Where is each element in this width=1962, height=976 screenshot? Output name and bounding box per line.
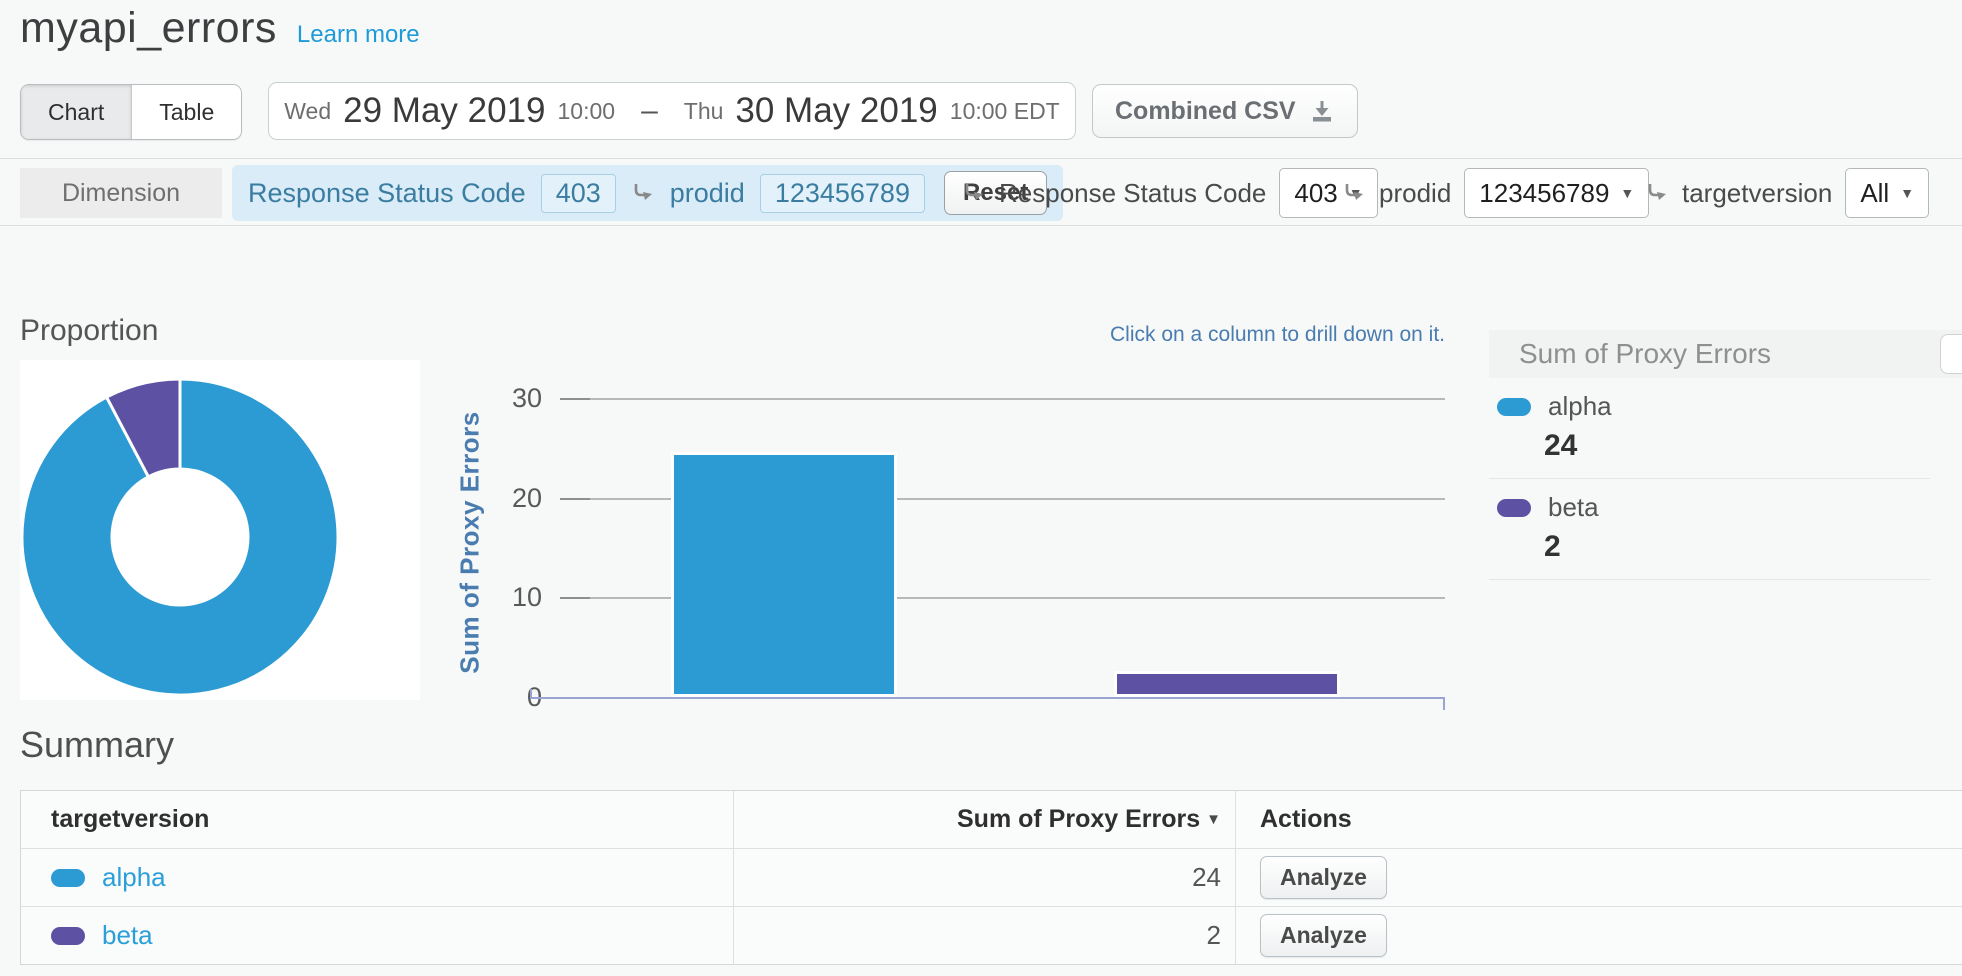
sort-descending-icon[interactable]: ▼ xyxy=(1206,811,1221,828)
column-header-targetversion: targetversion xyxy=(21,791,734,848)
row-value: 24 xyxy=(1192,862,1221,893)
combined-csv-button[interactable]: Combined CSV xyxy=(1092,84,1358,138)
table-header-row: targetversion Sum of Proxy Errors ▼ Acti… xyxy=(21,791,1962,849)
legend-value: 24 xyxy=(1489,422,1962,478)
download-icon xyxy=(1309,98,1335,124)
table-row: beta 2 Analyze xyxy=(21,907,1962,964)
beta-swatch xyxy=(51,927,85,945)
column-header-sum-of-proxy-errors: Sum of Proxy Errors ▼ xyxy=(734,791,1236,848)
beta-link[interactable]: beta xyxy=(102,920,153,951)
drilldown-arrow-icon xyxy=(1645,181,1669,205)
drilldown-group: Response Status Code 403 ▼ xyxy=(962,165,1378,221)
legend-label: alpha xyxy=(1548,391,1612,422)
legend-item: beta xyxy=(1489,479,1962,523)
start-time: 10:00 xyxy=(558,98,616,125)
end-time: 10:00 EDT xyxy=(950,98,1060,125)
bar-chart-plot-area: 3020100 xyxy=(560,398,1445,697)
alpha-swatch xyxy=(51,869,85,887)
legend-header: Sum of Proxy Errors xyxy=(1489,330,1962,378)
legend-title: Sum of Proxy Errors xyxy=(1519,338,1771,370)
chart-toggle-button[interactable]: Chart xyxy=(21,85,132,139)
legend-item: alpha xyxy=(1489,378,1962,422)
drilldown-arrow-icon xyxy=(1342,181,1366,205)
drilldown-hint-text: Click on a column to drill down on it. xyxy=(1005,323,1445,347)
legend-value: 2 xyxy=(1489,523,1962,579)
analytics-dashboard: myapi_errors Learn more Chart Table Wed … xyxy=(0,0,1962,976)
page-title: myapi_errors xyxy=(20,4,277,53)
analyze-button[interactable]: Analyze xyxy=(1260,856,1387,899)
start-date: 29 May 2019 xyxy=(343,91,545,131)
bar-alpha[interactable] xyxy=(671,452,897,697)
column-header-label: Sum of Proxy Errors xyxy=(957,805,1200,834)
alpha-swatch xyxy=(1497,398,1531,416)
table-row: alpha 24 Analyze xyxy=(21,849,1962,907)
y-axis-tick-label: 20 xyxy=(470,483,542,514)
proportion-donut-chart xyxy=(20,360,420,700)
alpha-link[interactable]: alpha xyxy=(102,862,166,893)
divider xyxy=(1489,579,1930,580)
targetversion-select[interactable]: All ▼ xyxy=(1845,168,1929,218)
prodid-select[interactable]: 123456789 ▼ xyxy=(1464,168,1649,218)
y-axis-tick-label: 10 xyxy=(470,582,542,613)
page-header: myapi_errors Learn more xyxy=(20,4,420,53)
filter-name: Response Status Code xyxy=(248,178,526,209)
proportion-title: Proportion xyxy=(20,314,158,348)
view-toggle: Chart Table xyxy=(20,84,242,140)
gridline xyxy=(560,398,1445,400)
summary-title: Summary xyxy=(20,724,174,766)
bar-chart-y-axis-label: Sum of Proxy Errors xyxy=(455,373,486,713)
drilldown-name: targetversion xyxy=(1682,178,1832,209)
table-toggle-button[interactable]: Table xyxy=(132,85,241,139)
dropdown-caret-icon: ▼ xyxy=(1620,185,1634,201)
drilldown-name: Response Status Code xyxy=(999,178,1266,209)
bar-beta[interactable] xyxy=(1114,671,1340,697)
drilldown-name: prodid xyxy=(1379,178,1451,209)
filter-value[interactable]: 123456789 xyxy=(760,174,925,213)
drilldown-group: targetversion All ▼ xyxy=(1645,165,1929,221)
divider xyxy=(0,225,1962,226)
legend-collapse-button[interactable] xyxy=(1940,334,1962,374)
dropdown-caret-icon: ▼ xyxy=(1900,185,1914,201)
end-date: 30 May 2019 xyxy=(735,91,937,131)
drilldown-arrow-icon xyxy=(631,181,655,205)
date-range-picker[interactable]: Wed 29 May 2019 10:00 – Thu 30 May 2019 … xyxy=(268,82,1076,140)
start-day: Wed xyxy=(284,98,331,125)
drilldown-arrow-icon xyxy=(962,181,986,205)
learn-more-link[interactable]: Learn more xyxy=(297,21,420,49)
summary-table: targetversion Sum of Proxy Errors ▼ Acti… xyxy=(20,790,1962,965)
active-filter-bar: Response Status Code 403 prodid 12345678… xyxy=(232,165,1063,221)
drilldown-group: prodid 123456789 ▼ xyxy=(1342,165,1649,221)
filter-name: prodid xyxy=(670,178,745,209)
dimension-label: Dimension xyxy=(20,168,222,218)
combined-csv-label: Combined CSV xyxy=(1115,97,1296,126)
legend-panel: Sum of Proxy Errors alpha 24 beta 2 xyxy=(1489,330,1962,580)
select-value: 123456789 xyxy=(1479,178,1609,209)
column-header-actions: Actions xyxy=(1236,791,1962,848)
select-value: All xyxy=(1860,178,1889,209)
y-axis-tick-label: 30 xyxy=(470,383,542,414)
end-day: Thu xyxy=(684,98,724,125)
date-range-separator: – xyxy=(641,94,658,128)
row-value: 2 xyxy=(1207,920,1221,951)
legend-label: beta xyxy=(1548,492,1599,523)
x-axis-baseline xyxy=(530,697,1445,699)
select-value: 403 xyxy=(1294,178,1337,209)
analyze-button[interactable]: Analyze xyxy=(1260,914,1387,957)
filter-value[interactable]: 403 xyxy=(541,174,616,213)
divider xyxy=(0,158,1962,159)
beta-swatch xyxy=(1497,499,1531,517)
